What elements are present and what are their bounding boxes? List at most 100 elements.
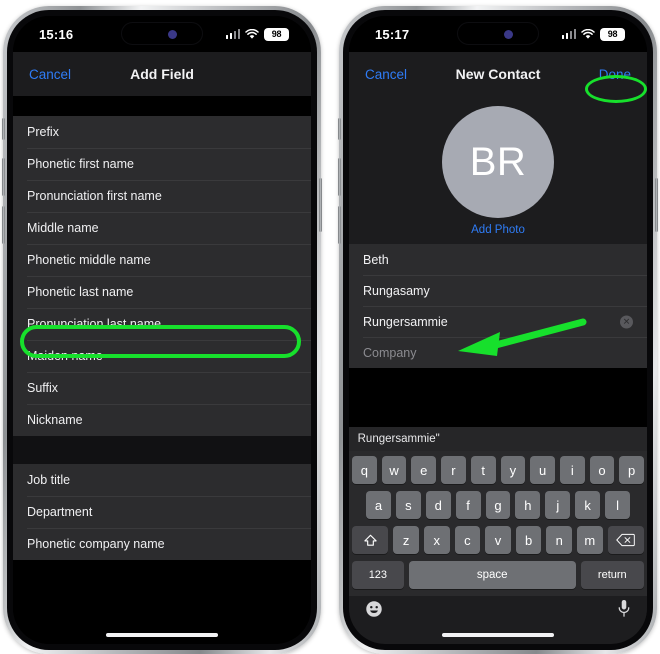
row-label: Suffix: [27, 381, 59, 395]
key-s[interactable]: s: [395, 491, 421, 519]
silent-switch[interactable]: [2, 118, 5, 140]
key-i[interactable]: i: [559, 456, 585, 484]
return-key[interactable]: return: [580, 561, 644, 589]
left-home-indicator-area: [13, 626, 311, 644]
key-v[interactable]: v: [485, 526, 511, 554]
delete-key-icon[interactable]: [607, 526, 644, 554]
page-title: Add Field: [130, 66, 194, 82]
list-item-phonetic-company-name[interactable]: Phonetic company name: [13, 528, 311, 560]
done-button[interactable]: Done: [599, 67, 631, 82]
row-label: Phonetic company name: [27, 537, 165, 551]
list-top-gap: [13, 96, 311, 116]
keyboard-area: Rungersammie" q w e r t y u i o p a s d …: [349, 427, 647, 626]
row-label: Middle name: [27, 221, 99, 235]
key-l[interactable]: l: [605, 491, 631, 519]
first-name-field[interactable]: Beth: [349, 244, 647, 275]
last-name-field[interactable]: Rungasamy: [349, 275, 647, 306]
row-label: Job title: [27, 473, 71, 487]
field-value: Rungasamy: [363, 283, 430, 298]
work-fields-group: Job title Department Phonetic company na…: [13, 464, 311, 560]
space-key[interactable]: space: [408, 561, 576, 589]
add-field-list[interactable]: Prefix Phonetic first name Pronunciation…: [13, 96, 311, 626]
cellular-signal-icon: [561, 29, 576, 39]
add-photo-button[interactable]: Add Photo: [471, 224, 525, 236]
home-indicator[interactable]: [106, 633, 218, 637]
key-n[interactable]: n: [546, 526, 573, 554]
section-divider: [13, 436, 311, 464]
list-item-maiden-name[interactable]: Maiden name: [13, 340, 311, 372]
keyboard-row-4: 123 space return: [352, 561, 644, 589]
list-item-prefix[interactable]: Prefix: [13, 116, 311, 148]
key-y[interactable]: y: [500, 456, 526, 484]
list-item-middle-name[interactable]: Middle name: [13, 212, 311, 244]
volume-up-button[interactable]: [2, 158, 5, 196]
key-t[interactable]: t: [470, 456, 496, 484]
avatar-initials: BR: [469, 139, 527, 184]
list-item-phonetic-middle-name[interactable]: Phonetic middle name: [13, 244, 311, 276]
dynamic-island: [121, 22, 203, 45]
cancel-button[interactable]: Cancel: [365, 67, 407, 82]
company-field[interactable]: Company: [349, 337, 647, 368]
row-label: Prefix: [27, 125, 59, 139]
row-label: Nickname: [27, 413, 83, 427]
silent-switch[interactable]: [338, 118, 341, 140]
key-z[interactable]: z: [393, 526, 419, 554]
key-g[interactable]: g: [485, 491, 511, 519]
avatar[interactable]: BR: [442, 106, 554, 218]
left-phone-bezel: 15:16 98 Cancel Add Field Prefix Phoneti…: [7, 10, 317, 650]
key-k[interactable]: k: [575, 491, 601, 519]
key-o[interactable]: o: [589, 456, 615, 484]
prediction-1[interactable]: Rungersammie": [349, 433, 448, 445]
list-item-pronunciation-last-name[interactable]: Pronunciation last name: [13, 308, 311, 340]
power-button[interactable]: [655, 178, 658, 232]
list-item-pronunciation-first-name[interactable]: Pronunciation first name: [13, 180, 311, 212]
key-f[interactable]: f: [455, 491, 481, 519]
volume-down-button[interactable]: [2, 206, 5, 244]
list-item-suffix[interactable]: Suffix: [13, 372, 311, 404]
right-home-indicator-area: [349, 626, 647, 644]
list-item-nickname[interactable]: Nickname: [13, 404, 311, 436]
numbers-key[interactable]: 123: [352, 561, 404, 589]
key-h[interactable]: h: [515, 491, 541, 519]
key-p[interactable]: p: [619, 456, 645, 484]
row-label: Phonetic last name: [27, 285, 134, 299]
row-label: Phonetic first name: [27, 157, 134, 171]
key-d[interactable]: d: [425, 491, 451, 519]
cancel-button[interactable]: Cancel: [29, 67, 71, 82]
battery-indicator: 98: [600, 27, 625, 41]
key-j[interactable]: j: [545, 491, 571, 519]
list-item-phonetic-first-name[interactable]: Phonetic first name: [13, 148, 311, 180]
power-button[interactable]: [319, 178, 322, 232]
row-label: Phonetic middle name: [27, 253, 151, 267]
emoji-key-icon[interactable]: [365, 600, 383, 623]
key-e[interactable]: e: [411, 456, 437, 484]
row-label: Maiden name: [27, 349, 103, 363]
pronunciation-last-name-field[interactable]: Rungersammie ✕: [349, 306, 647, 337]
shift-key-icon[interactable]: [352, 526, 389, 554]
clear-text-icon[interactable]: ✕: [620, 315, 633, 328]
home-indicator[interactable]: [442, 633, 554, 637]
left-nav-bar: Cancel Add Field: [13, 52, 311, 96]
key-q[interactable]: q: [351, 456, 377, 484]
key-a[interactable]: a: [366, 491, 391, 519]
microphone-key-icon[interactable]: [617, 599, 631, 623]
volume-up-button[interactable]: [338, 158, 341, 196]
predictive-text-bar: Rungersammie": [349, 427, 647, 451]
left-status-bar: 15:16 98: [13, 16, 311, 52]
key-b[interactable]: b: [515, 526, 542, 554]
key-m[interactable]: m: [577, 526, 603, 554]
key-r[interactable]: r: [441, 456, 466, 484]
key-w[interactable]: w: [381, 456, 407, 484]
list-item-job-title[interactable]: Job title: [13, 464, 311, 496]
key-c[interactable]: c: [454, 526, 481, 554]
row-label: Pronunciation first name: [27, 189, 162, 203]
key-u[interactable]: u: [530, 456, 555, 484]
volume-down-button[interactable]: [338, 206, 341, 244]
field-value: Rungersammie: [363, 314, 448, 329]
avatar-section: BR Add Photo: [349, 96, 647, 244]
key-x[interactable]: x: [423, 526, 450, 554]
list-item-phonetic-last-name[interactable]: Phonetic last name: [13, 276, 311, 308]
on-screen-keyboard[interactable]: q w e r t y u i o p a s d f g h j k l z …: [349, 451, 647, 596]
right-phone-screen: 15:17 98 Cancel New Contact Done BR Add …: [349, 16, 647, 644]
list-item-department[interactable]: Department: [13, 496, 311, 528]
